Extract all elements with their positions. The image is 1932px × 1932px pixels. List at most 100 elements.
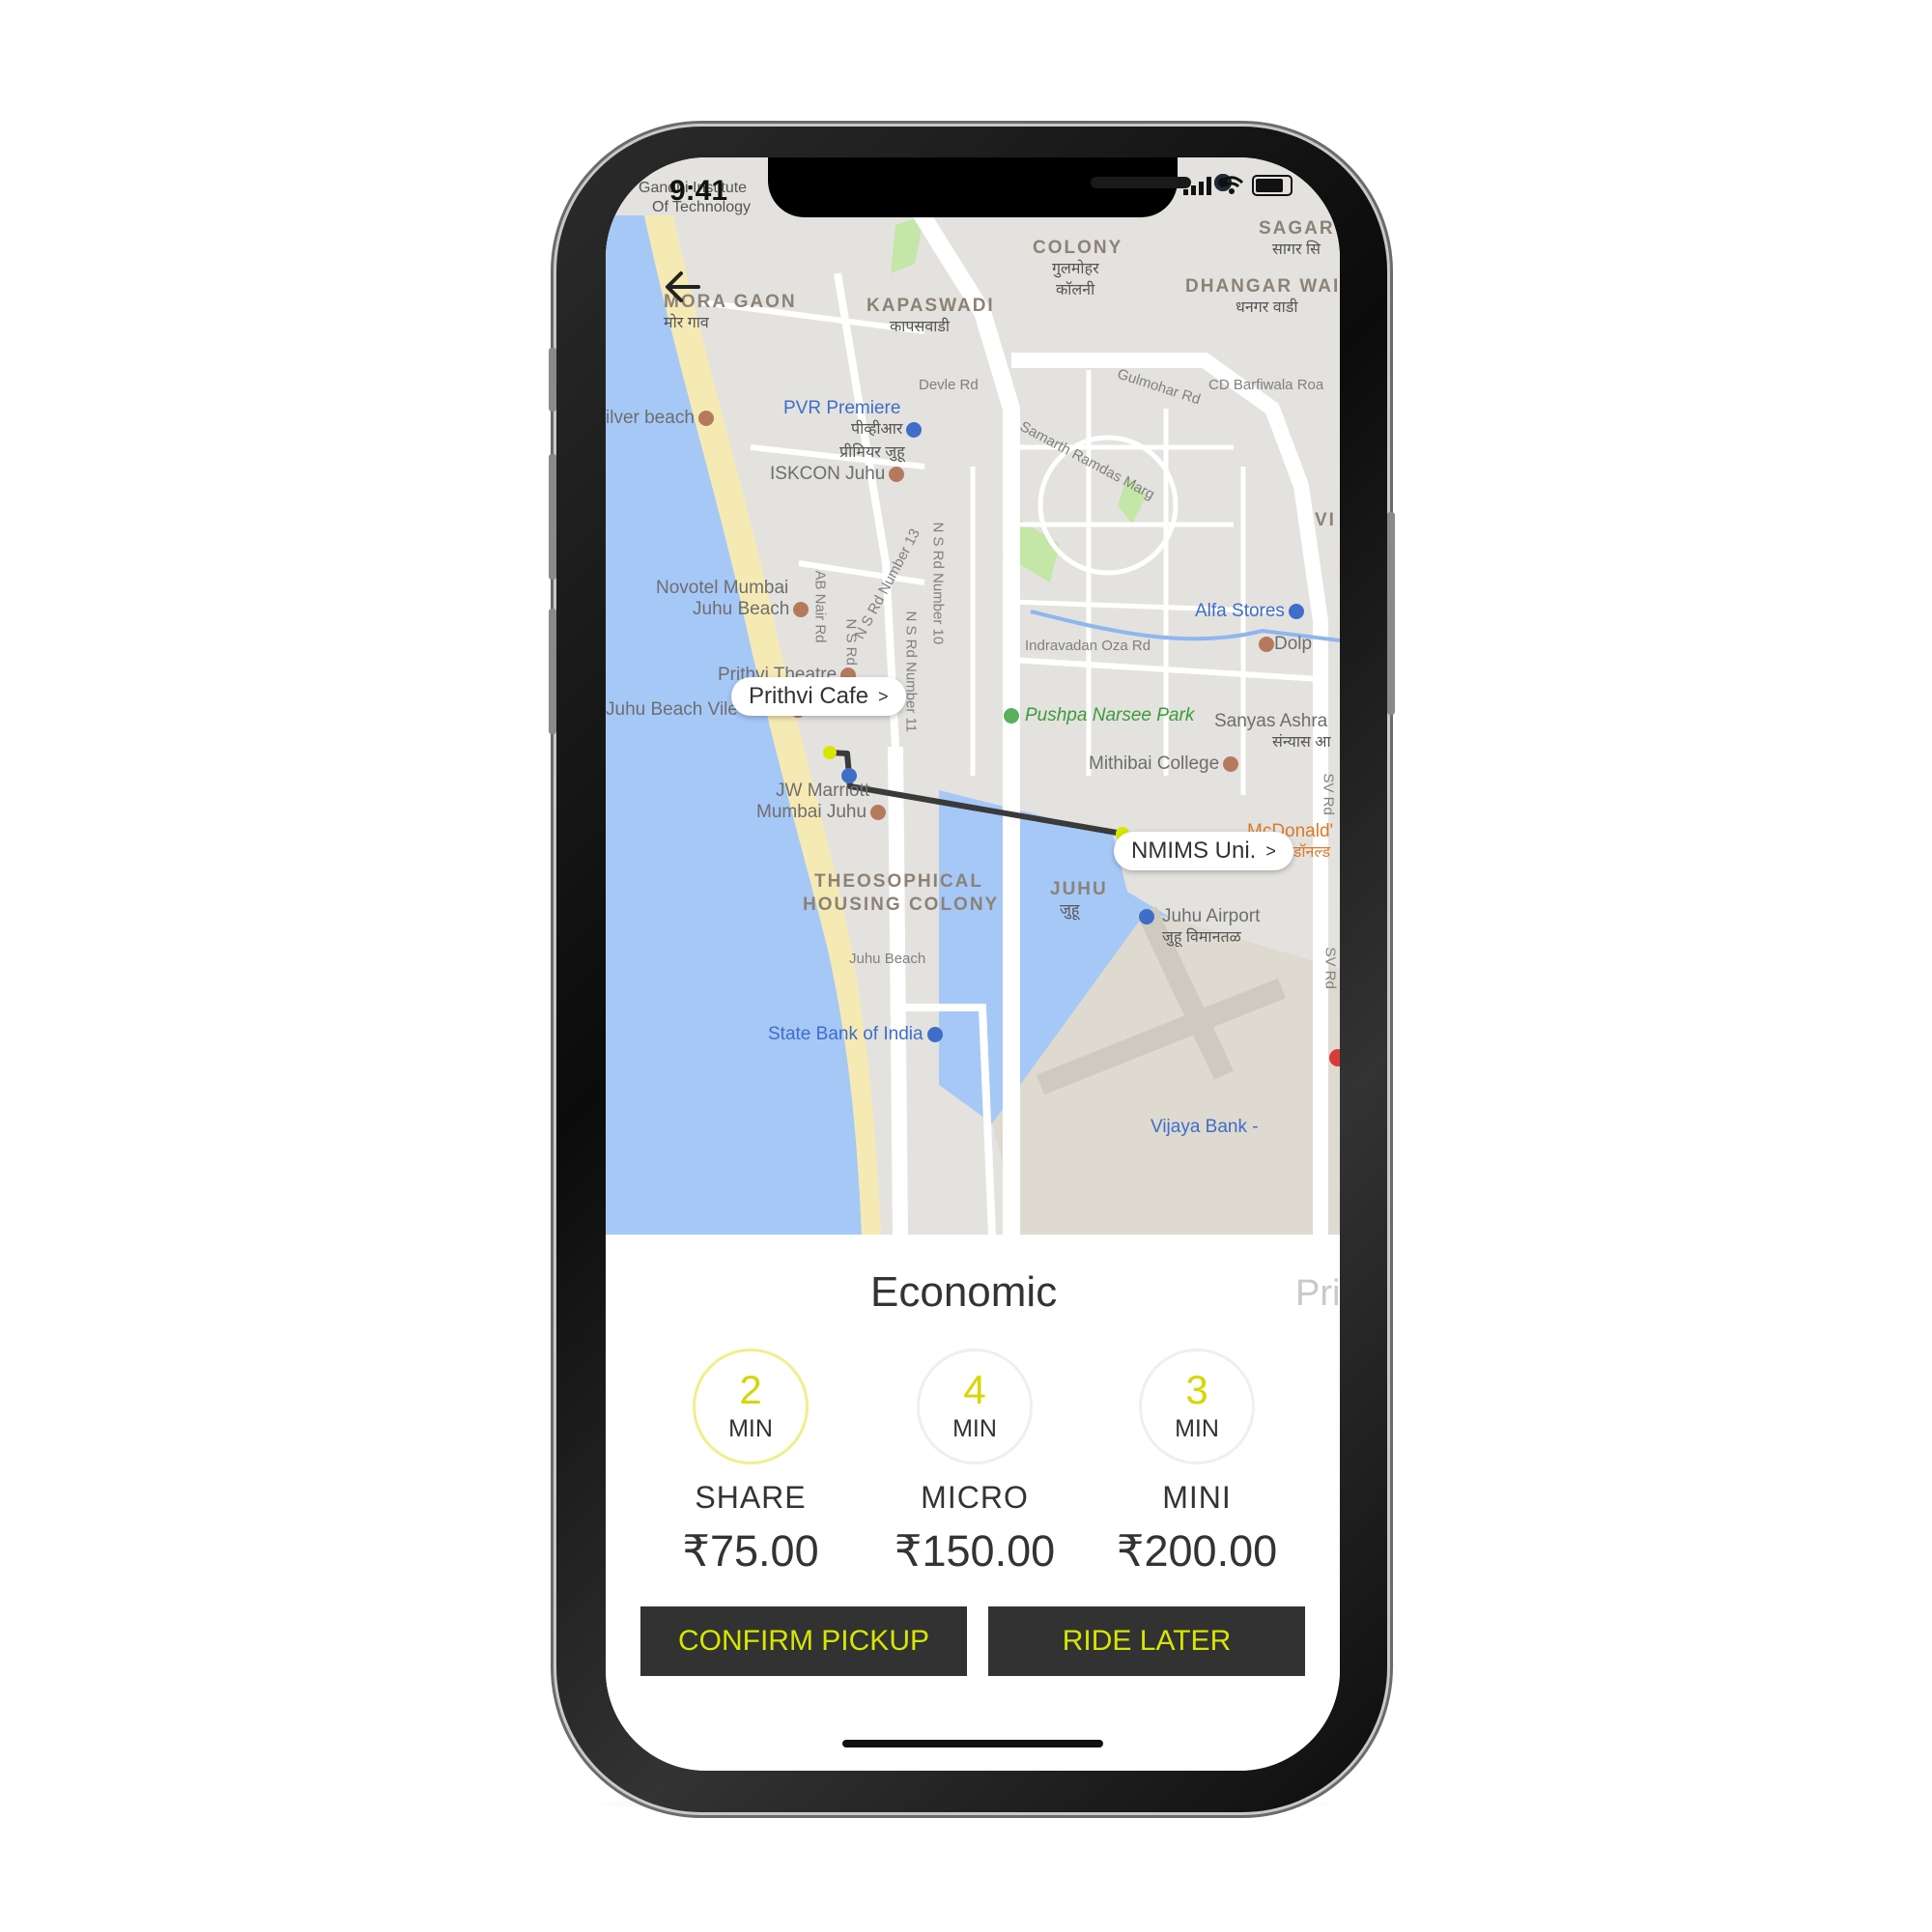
map-label-text: State Bank of India xyxy=(768,1024,923,1044)
drop-location-pill[interactable]: NMIMS Uni. > xyxy=(1114,832,1293,870)
map-label: मोर गाव xyxy=(664,315,709,331)
home-indicator[interactable] xyxy=(842,1740,1103,1747)
phone-screen: Gandhi Institute Of Technology COLONY गु… xyxy=(606,157,1340,1771)
chevron-right-icon: > xyxy=(878,686,889,706)
map-label: सागर सि xyxy=(1272,242,1321,258)
map-label: प्रीमियर जुहू xyxy=(839,444,905,461)
map-label: कॉलनी xyxy=(1056,282,1095,298)
next-category-tab[interactable]: Pri xyxy=(1295,1273,1340,1315)
eta-badge: 4 MIN xyxy=(917,1349,1033,1464)
map-label: COLONY xyxy=(1033,238,1123,258)
map-label: Mithibai College xyxy=(1089,753,1239,774)
map-label-text: Juhu Beach xyxy=(693,599,790,619)
map-label: N S Rd Number 10 xyxy=(929,522,947,645)
eta-value: 2 xyxy=(739,1367,762,1412)
map-view[interactable]: Gandhi Institute Of Technology COLONY गु… xyxy=(606,157,1340,1235)
map-label-text: Pushpa Narsee Park xyxy=(1025,705,1195,725)
map-label: कापसवाडी xyxy=(890,319,951,335)
major-road xyxy=(888,746,908,1235)
map-label: State Bank of India xyxy=(768,1025,943,1043)
status-time: 9:41 xyxy=(669,175,728,207)
ride-price: ₹75.00 xyxy=(682,1526,819,1576)
ride-type-name: MICRO xyxy=(921,1480,1029,1515)
map-label-text: पीव्हीआर xyxy=(851,421,903,439)
map-label: जुहू xyxy=(1060,902,1080,919)
map-label: JUHU xyxy=(1050,879,1108,899)
map-label: ilver beach xyxy=(606,409,714,427)
map-label: Juhu Beach xyxy=(849,951,926,967)
map-label: Novotel Mumbai xyxy=(656,578,789,598)
airport-icon xyxy=(1139,908,1154,924)
temple-icon xyxy=(889,466,905,482)
bank-icon xyxy=(926,1026,943,1042)
cinema-icon xyxy=(906,422,923,438)
map-label: ISKCON Juhu xyxy=(770,464,905,484)
map-graphics xyxy=(606,157,1340,1235)
map-label: Juhu Airport xyxy=(1139,907,1260,925)
hotel-icon xyxy=(793,601,810,617)
eta-badge: 3 MIN xyxy=(1139,1349,1255,1464)
ride-price: ₹200.00 xyxy=(1116,1526,1278,1576)
map-label: KAPASWADI xyxy=(867,296,995,316)
map-label: HOUSING COLONY xyxy=(803,895,1000,915)
map-label: Sanyas Ashra xyxy=(1214,711,1328,731)
category-title[interactable]: Economic xyxy=(870,1268,1057,1317)
map-label: N S Rd Number 11 xyxy=(902,611,920,733)
poi-icon xyxy=(1259,636,1274,652)
hotel-icon xyxy=(870,804,887,820)
volume-up-button xyxy=(549,454,556,580)
map-label: CD Barfiwala Roa xyxy=(1208,377,1324,393)
map-label: JW Marriott xyxy=(776,781,870,801)
ride-price: ₹150.00 xyxy=(894,1526,1056,1576)
map-label: Pushpa Narsee Park xyxy=(1004,706,1194,724)
ride-option-2[interactable]: 4 MIN MICRO ₹150.00 xyxy=(864,1349,1086,1577)
map-label: Dolp xyxy=(1255,635,1312,653)
pickup-marker xyxy=(823,746,837,759)
map-label: DHANGAR WAI xyxy=(1185,276,1340,297)
ride-options-sheet: Economic Pri 2 MIN SHARE ₹75.00 4 MIN MICRO ₹15… xyxy=(606,1235,1340,1771)
ride-option-3[interactable]: 3 MIN MINI ₹200.00 xyxy=(1086,1349,1308,1577)
map-label-text: ISKCON Juhu xyxy=(770,464,886,484)
ride-type-name: MINI xyxy=(1162,1480,1232,1515)
mute-switch xyxy=(549,348,556,412)
chevron-right-icon: > xyxy=(1265,840,1276,861)
pickup-location-label: Prithvi Cafe xyxy=(749,683,869,709)
map-label: Indravadan Oza Rd xyxy=(1025,638,1151,654)
map-label: AB Nair Rd xyxy=(811,570,829,643)
road xyxy=(1037,435,1179,576)
status-icons xyxy=(1183,175,1293,196)
map-label: धनगर वाडी xyxy=(1236,299,1298,316)
map-label: SV Rd xyxy=(1320,773,1337,815)
confirm-pickup-button[interactable]: CONFIRM PICKUP xyxy=(640,1606,967,1676)
map-label-text: ilver beach xyxy=(606,408,695,428)
ride-type-name: SHARE xyxy=(695,1480,807,1515)
poi-icon xyxy=(697,410,714,426)
eta-value: 4 xyxy=(963,1367,986,1412)
map-label: जुहू विमानतळ xyxy=(1162,929,1241,946)
eta-unit: MIN xyxy=(952,1415,997,1442)
map-label-text: Mithibai College xyxy=(1089,753,1220,774)
map-label: Devle Rd xyxy=(919,377,979,393)
map-label: PVR Premiere xyxy=(783,398,901,418)
college-icon xyxy=(1223,755,1239,772)
phone-notch xyxy=(768,157,1232,217)
eta-value: 3 xyxy=(1185,1367,1208,1412)
power-button xyxy=(1387,512,1395,715)
map-label-text: Juhu Airport xyxy=(1162,906,1261,926)
ride-later-button[interactable]: RIDE LATER xyxy=(988,1606,1305,1676)
eta-unit: MIN xyxy=(1175,1415,1219,1442)
earpiece-speaker xyxy=(1091,177,1191,188)
map-label: पीव्हीआर xyxy=(851,421,923,439)
map-label: Vijaya Bank - xyxy=(1151,1117,1259,1137)
park-icon xyxy=(1004,707,1019,724)
pickup-location-pill[interactable]: Prithvi Cafe > xyxy=(731,677,906,716)
map-label-text: Mumbai Juhu xyxy=(756,802,867,822)
arrow-left-icon xyxy=(666,271,700,302)
back-button[interactable] xyxy=(660,264,706,310)
cellular-signal-icon xyxy=(1183,176,1211,195)
ride-option-1[interactable]: 2 MIN SHARE ₹75.00 xyxy=(639,1349,862,1577)
map-label: THEOSOPHICAL xyxy=(814,871,983,892)
battery-icon xyxy=(1252,175,1293,196)
map-label: Mumbai Juhu xyxy=(756,802,887,822)
map-label: Alfa Stores xyxy=(1195,602,1304,620)
